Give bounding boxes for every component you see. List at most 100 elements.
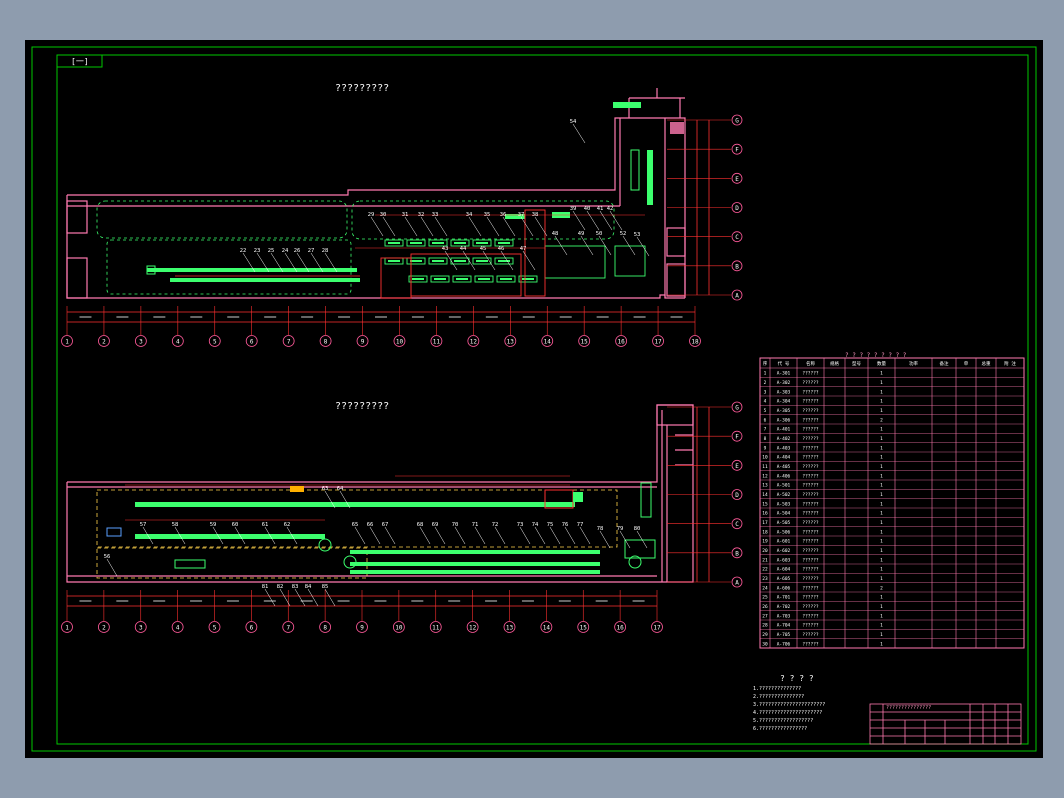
machine-block (613, 102, 641, 108)
table-cell: ?????? (802, 567, 819, 573)
drawing-sheet: 22 23 25 24 26 27 28 29 30 31 32 33 34 35 36 37 38 39 40 41… (25, 40, 1043, 758)
machine-block (573, 492, 583, 502)
equipment-tag: 41 (597, 206, 604, 212)
sheet-tag: [一] (71, 57, 89, 66)
table-cell: A-302 (777, 380, 791, 386)
table-cell: ?????? (802, 613, 819, 619)
table-header-cell: 附 注 (1004, 360, 1016, 367)
table-cell: ?????? (802, 380, 819, 386)
leader-line (579, 526, 591, 545)
grid-bubble-label: 18 (691, 339, 699, 346)
note-item: 4.????????????????????? (753, 710, 823, 716)
table-header-cell: 数量 (877, 360, 886, 367)
table-cell: 1 (880, 389, 883, 395)
table-title: ? ? ? ? ? ? ? ? ? (845, 352, 907, 359)
table-cell: 2 (880, 585, 883, 591)
table-cell: 22 (762, 567, 768, 573)
equipment-tag: 40 (584, 206, 591, 212)
table-cell: A-506 (777, 529, 791, 535)
bottom-plan-row-bubbles: G F E D C B A (667, 401, 743, 588)
equipment-tag: 81 (262, 584, 269, 590)
leader-line (519, 526, 531, 545)
equipment-tag: 24 (282, 248, 289, 254)
equipment-tag: 42 (607, 206, 614, 212)
equipment-tag: 84 (305, 584, 312, 590)
table-cell: ?????? (802, 520, 819, 526)
equipment-tag: 54 (570, 119, 577, 125)
table-cell: 3 (764, 389, 767, 395)
top-plan-walls (66, 88, 686, 299)
leader-line (454, 526, 466, 545)
equipment-tag: 67 (382, 522, 389, 528)
table-cell: 30 (762, 641, 768, 647)
blue-part (106, 527, 122, 537)
equipment-tag: 50 (596, 231, 603, 237)
equipment-tag: 46 (498, 246, 505, 252)
round-machine (318, 538, 332, 552)
machine-core (476, 260, 488, 262)
equipment-tag: 83 (292, 584, 299, 590)
equipment-tag: 85 (322, 584, 329, 590)
table-cell: 1 (880, 529, 883, 535)
leader-line (474, 526, 486, 545)
conveyor-line (350, 550, 600, 554)
table-cell: 1 (880, 557, 883, 563)
table-header-cell: 型号 (852, 360, 861, 367)
equipment-tag: 72 (492, 522, 499, 528)
conveyor-line (135, 534, 325, 539)
leader-line (307, 588, 319, 607)
machine-core (454, 242, 466, 244)
table-header-cell: 单 (964, 360, 969, 367)
table-cell: ?????? (802, 641, 819, 647)
machine-block (174, 559, 206, 569)
leader-line (106, 558, 118, 577)
leader-line (404, 216, 418, 237)
leader-line (549, 526, 561, 545)
table-cell: A-701 (777, 595, 791, 601)
table-cell: 1 (880, 539, 883, 545)
equipment-tag: 27 (308, 248, 315, 254)
table-cell: ?????? (802, 445, 819, 451)
grid-bubble-label: 4 (176, 625, 180, 632)
machine-core (388, 242, 400, 244)
equipment-tag: 64 (337, 486, 344, 492)
table-cell: A-602 (777, 548, 791, 554)
conveyor-line (135, 502, 575, 507)
table-cell: 29 (762, 632, 768, 638)
table-cell: 13 (762, 483, 768, 489)
grid-bubble-label: 2 (102, 625, 106, 632)
equipment-tag: 30 (380, 212, 387, 218)
equipment-tag: 73 (517, 522, 524, 528)
table-cell: 1 (880, 641, 883, 647)
grid-bubble-label: 3 (139, 339, 143, 346)
process-boundary (524, 209, 546, 297)
table-cell: A-706 (777, 641, 791, 647)
equipment-tag: 39 (570, 206, 577, 212)
table-header-cell: 总重 (982, 360, 991, 367)
table-cell: ?????? (802, 455, 819, 461)
table-cell: 1 (880, 445, 883, 451)
table-cells: 序代 号名称 规格 型号 数量 功率 备注单总重附 注1 A-301?????? 12 A-30… (762, 360, 1016, 647)
equipment-tag: 69 (432, 522, 439, 528)
leader-line (564, 526, 576, 545)
equipment-tag: 82 (277, 584, 284, 590)
table-cell: 1 (880, 399, 883, 405)
table-cell: ?????? (802, 464, 819, 470)
note-item: 2.??????????????? (753, 694, 805, 700)
equipment-tag: 28 (322, 248, 329, 254)
conveyor-line (350, 570, 600, 574)
table-cell: 1 (880, 632, 883, 638)
note-item: 6.???????????????? (753, 726, 808, 732)
table-cell: 7 (764, 427, 767, 433)
grid-bubble-label: 12 (469, 625, 477, 632)
table-cell: A-606 (777, 585, 791, 591)
leader-line (434, 526, 446, 545)
table-cell: A-404 (777, 455, 791, 461)
table-cell: 2 (880, 417, 883, 423)
table-cell: ?????? (802, 632, 819, 638)
table-header-cell: 序 (763, 360, 768, 367)
table-cell: ?????? (802, 473, 819, 479)
table-cell: A-304 (777, 399, 791, 405)
table-cell: 19 (762, 539, 768, 545)
machine-core (522, 278, 534, 280)
